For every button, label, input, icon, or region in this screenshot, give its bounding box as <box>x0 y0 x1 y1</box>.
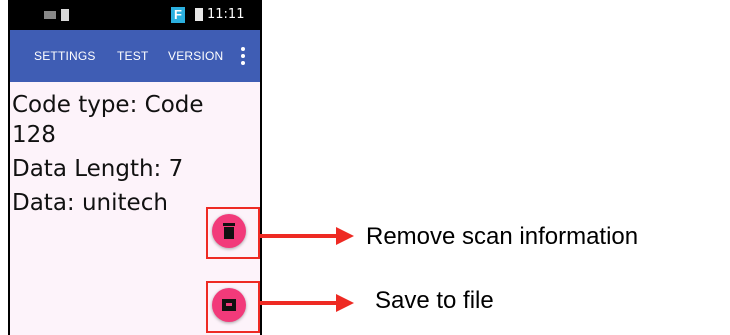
data-line: Data: unitech <box>12 190 168 216</box>
trash-icon <box>223 223 235 239</box>
overflow-menu-icon[interactable] <box>240 46 246 66</box>
tab-version[interactable]: VERSION <box>168 49 223 63</box>
remove-arrow-line <box>260 234 338 238</box>
remove-arrow-head-icon <box>336 227 354 245</box>
status-bar: F 11:11 <box>8 0 262 30</box>
app-bar: SETTINGS TEST VERSION <box>10 30 260 82</box>
save-arrow-line <box>260 301 338 305</box>
remove-annotation-label: Remove scan information <box>366 223 639 250</box>
app-badge-icon: F <box>171 7 185 23</box>
code-type-value-line: 128 <box>12 122 56 148</box>
screenshot-canvas: F 11:11 SETTINGS TEST VERSION Code type:… <box>0 0 730 335</box>
data-length-line: Data Length: 7 <box>12 156 184 182</box>
keyboard-icon <box>44 11 56 19</box>
remove-scan-button[interactable] <box>212 214 246 248</box>
archive-icon <box>222 299 236 311</box>
sim-icon <box>61 9 69 21</box>
save-arrow-head-icon <box>336 294 354 312</box>
battery-icon <box>195 8 203 21</box>
tab-test[interactable]: TEST <box>117 49 148 63</box>
code-type-line: Code type: Code <box>12 92 204 118</box>
save-to-file-button[interactable] <box>212 288 246 322</box>
tab-settings[interactable]: SETTINGS <box>34 49 96 63</box>
status-time: 11:11 <box>207 7 245 22</box>
save-annotation-label: Save to file <box>375 287 494 314</box>
